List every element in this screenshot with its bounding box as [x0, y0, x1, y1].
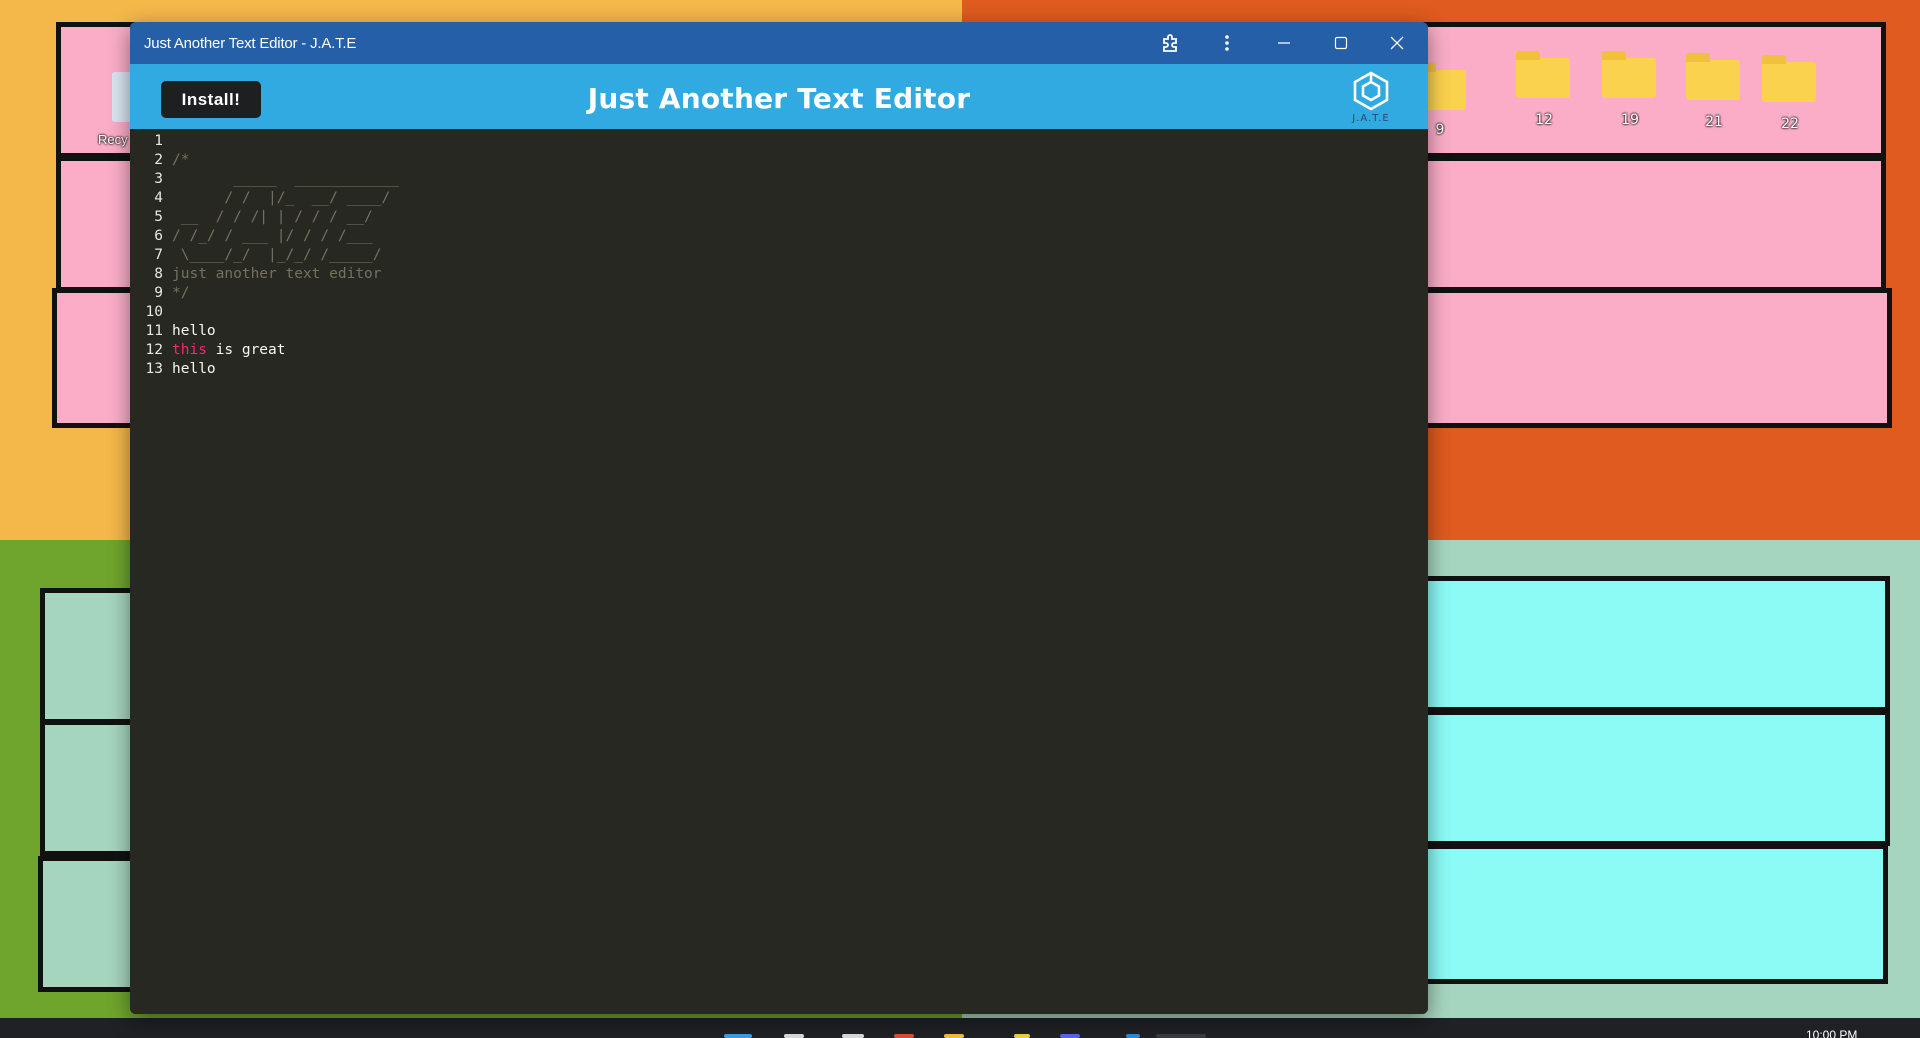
search-icon[interactable]: [784, 1034, 804, 1038]
desktop-panel: [1400, 844, 1888, 984]
folder-label: 19: [1621, 112, 1639, 128]
minimize-icon[interactable]: [1264, 28, 1304, 58]
line-text: this is great: [163, 341, 286, 360]
folder-label: 21: [1705, 114, 1723, 130]
line-text: / /_/ / ___ |/ / / /___: [172, 228, 373, 244]
line-text: hello: [172, 323, 216, 339]
editor-line: 8 just another text editor: [130, 265, 382, 284]
app-icon[interactable]: [1014, 1034, 1030, 1038]
desktop-panel: [40, 720, 140, 856]
task-view-icon[interactable]: [842, 1034, 864, 1038]
app-title: Just Another Text Editor: [587, 82, 971, 115]
folder-icon[interactable]: [1602, 51, 1656, 98]
line-number: 11: [145, 323, 163, 339]
window-titlebar[interactable]: Just Another Text Editor - J.A.T.E: [130, 22, 1428, 64]
editor-line: 6 / /_/ / ___ |/ / / /___: [130, 227, 373, 246]
line-number: 8: [154, 266, 163, 282]
editor-line: 4 / / |/_ __/ ____/: [130, 189, 390, 208]
code-editor[interactable]: 1 2 /* 3 _____ ____________ 4 / / |/_ __/…: [130, 129, 1428, 1014]
editor-line: 10: [130, 303, 172, 322]
editor-line: 13 hello: [130, 360, 216, 379]
folder-icon[interactable]: [1686, 53, 1740, 100]
line-text: \____/_/ |_/_/ /_____/: [172, 247, 382, 263]
line-number: 2: [154, 152, 163, 168]
line-number: 6: [154, 228, 163, 244]
line-number: 3: [154, 171, 163, 187]
folder-label: 22: [1781, 116, 1799, 132]
line-number: 4: [154, 190, 163, 206]
line-number: 13: [145, 361, 163, 377]
taskbar-clock: 10:00 PM: [1806, 1028, 1858, 1038]
menu-icon[interactable]: [1207, 28, 1247, 58]
app-window: Just Another Text Editor - J.A.T.E Insta…: [130, 22, 1428, 1014]
logo-text: J.A.T.E: [1352, 113, 1390, 124]
active-app-icon[interactable]: [1156, 1034, 1206, 1038]
desktop-panel: [40, 588, 140, 724]
window-title: Just Another Text Editor - J.A.T.E: [144, 35, 357, 52]
line-number: 10: [145, 304, 163, 320]
close-icon[interactable]: [1377, 28, 1417, 58]
editor-line: 2 /*: [130, 151, 189, 170]
editor-line: 1: [130, 132, 172, 151]
vscode-icon[interactable]: [1126, 1034, 1140, 1038]
recycle-bin-label: Recy: [98, 132, 128, 147]
line-text: */: [172, 285, 190, 301]
line-text: / / |/_ __/ ____/: [172, 190, 391, 206]
desktop-panel: [38, 856, 138, 992]
folder-label: 12: [1535, 112, 1553, 128]
folder-icon[interactable]: [1762, 55, 1816, 102]
line-number: 12: [145, 342, 163, 358]
keyword-token: this: [172, 342, 207, 358]
start-icon[interactable]: [724, 1034, 752, 1038]
browser-icon[interactable]: [894, 1034, 914, 1038]
desktop-panel: [1400, 576, 1890, 712]
line-number: 9: [154, 285, 163, 301]
editor-line: 5 __ / / /| | / / / __/: [130, 208, 373, 227]
editor-line: 12 this is great: [130, 341, 286, 360]
line-number: 7: [154, 247, 163, 263]
app-icon[interactable]: [1060, 1034, 1080, 1038]
line-text: __ / / /| | / / / __/: [172, 209, 373, 225]
extensions-icon[interactable]: [1151, 28, 1191, 58]
editor-line: 3 _____ ____________: [130, 170, 399, 189]
line-number: 5: [154, 209, 163, 225]
line-number: 1: [154, 133, 163, 149]
line-text: _____ ____________: [172, 171, 399, 187]
line-text: /*: [172, 152, 190, 168]
line-text: just another text editor: [172, 266, 382, 282]
maximize-icon[interactable]: [1321, 28, 1361, 58]
file-explorer-icon[interactable]: [944, 1034, 964, 1038]
line-text: hello: [172, 361, 216, 377]
jate-logo: J.A.T.E: [1336, 69, 1406, 127]
plain-token: is great: [206, 342, 286, 358]
desktop-panel: [1400, 710, 1890, 846]
editor-line: 7 \____/_/ |_/_/ /_____/: [130, 246, 382, 265]
editor-line: 9 */: [130, 284, 189, 303]
app-header: Install! Just Another Text Editor J.A.T.…: [130, 64, 1428, 129]
editor-line: 11 hello: [130, 322, 216, 341]
folder-icon[interactable]: [1516, 51, 1570, 98]
